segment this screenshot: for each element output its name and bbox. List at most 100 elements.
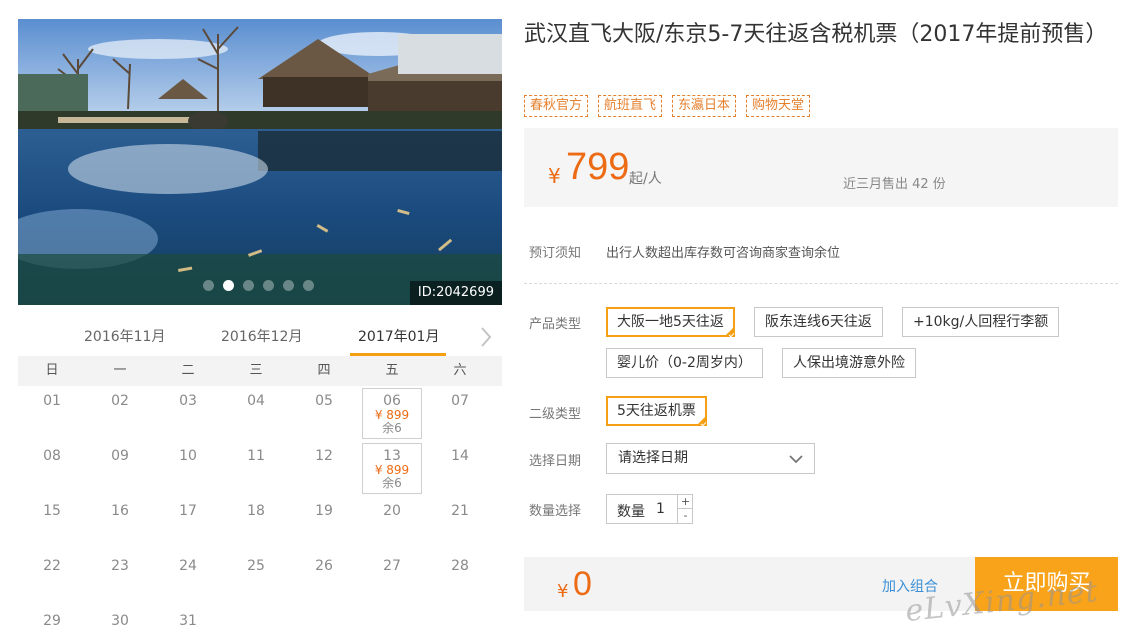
- quantity-value[interactable]: 1: [656, 501, 665, 517]
- checkmark-icon: [695, 415, 707, 426]
- active-month-indicator: [350, 353, 446, 356]
- calendar-day: 09: [86, 441, 154, 496]
- landscape-photo: [18, 19, 502, 305]
- day-number: 26: [315, 558, 333, 574]
- photo-id-badge: ID:2042699: [409, 281, 502, 305]
- carousel-dot[interactable]: [223, 280, 234, 291]
- day-number: 18: [247, 503, 265, 519]
- option-extra-baggage[interactable]: +10kg/人回程行李额: [902, 307, 1060, 337]
- price-amount: 799: [566, 146, 630, 188]
- calendar-day: 30: [86, 606, 154, 635]
- date-select[interactable]: 请选择日期: [606, 443, 815, 474]
- day-number: 20: [383, 503, 401, 519]
- calendar-day: 23: [86, 551, 154, 606]
- calendar-day: 21: [426, 496, 494, 551]
- weekday-sat: 六: [453, 363, 467, 378]
- date-select-value: 请选择日期: [618, 450, 688, 466]
- calendar-day: 12: [290, 441, 358, 496]
- subtype-label: 二级类型: [529, 407, 582, 422]
- product-photo[interactable]: ID:2042699: [18, 19, 502, 305]
- day-number: 09: [111, 448, 129, 464]
- calendar-day: 08: [18, 441, 86, 496]
- month-tab-2016-12[interactable]: 2016年12月: [221, 326, 302, 346]
- calendar-day: 15: [18, 496, 86, 551]
- calendar-day: 14: [426, 441, 494, 496]
- increment-button[interactable]: +: [677, 495, 693, 509]
- product-title: 武汉直飞大阪/东京5-7天往返含税机票（2017年提前预售）: [524, 22, 1108, 47]
- carousel-dot[interactable]: [263, 280, 274, 291]
- month-tab-2017-01[interactable]: 2017年01月: [358, 326, 439, 346]
- calendar-day: 04: [222, 386, 290, 441]
- currency-symbol: ¥: [548, 164, 561, 188]
- day-number: 28: [451, 558, 469, 574]
- weekday-sun: 日: [45, 363, 59, 378]
- calendar-day-available[interactable]: 06 ¥ 899 余6: [362, 388, 422, 439]
- day-number: 30: [111, 613, 129, 629]
- day-number: 31: [179, 613, 197, 629]
- calendar-day: 20: [358, 496, 426, 551]
- weekday-thu: 四: [317, 363, 331, 378]
- calendar-day: 07: [426, 386, 494, 441]
- price-unit: 起/人: [629, 171, 662, 187]
- price-calendar: 2016年11月 2016年12月 2017年01月 日 一 二 三 四 五 六…: [18, 313, 502, 635]
- option-infant-price[interactable]: 婴儿价（0-2周岁内）: [606, 348, 763, 378]
- add-combo-link[interactable]: 加入组合: [882, 576, 938, 596]
- weekday-tue: 二: [181, 363, 195, 378]
- quantity-stepper: 数量 1 + -: [606, 494, 693, 524]
- day-stock: 余6: [382, 476, 402, 490]
- day-number: 25: [247, 558, 265, 574]
- carousel-dot[interactable]: [203, 280, 214, 291]
- day-number: 12: [315, 448, 333, 464]
- calendar-days-grid: 01 02 03 04 05 06 ¥ 899 余6 07 08 09 10 11 12 13 ¥ 899 余6…: [18, 386, 502, 635]
- date-label: 选择日期: [529, 454, 582, 469]
- weekday-header: 日 一 二 三 四 五 六: [18, 356, 502, 386]
- day-number: 11: [247, 448, 265, 464]
- calendar-day: 27: [358, 551, 426, 606]
- notice-label: 预订须知: [529, 246, 582, 261]
- day-number: 03: [179, 393, 197, 409]
- carousel-dot[interactable]: [303, 280, 314, 291]
- tag-chunqiu-official: 春秋官方: [524, 95, 589, 117]
- day-number: 10: [179, 448, 197, 464]
- total-currency-symbol: ¥: [557, 581, 569, 602]
- quantity-inner-label: 数量: [617, 504, 645, 520]
- carousel-dot[interactable]: [283, 280, 294, 291]
- option-travel-insurance[interactable]: 人保出境游意外险: [782, 348, 916, 378]
- option-osaka-tokyo-6day[interactable]: 阪东连线6天往返: [754, 307, 883, 337]
- carousel-dot[interactable]: [243, 280, 254, 291]
- tag-shopping: 购物天堂: [746, 95, 811, 117]
- calendar-day: 11: [222, 441, 290, 496]
- day-number: 29: [43, 613, 61, 629]
- day-number: 04: [247, 393, 265, 409]
- month-tabs: 2016年11月 2016年12月 2017年01月: [18, 313, 502, 356]
- quantity-label: 数量选择: [529, 504, 582, 519]
- calendar-day: 26: [290, 551, 358, 606]
- option-5day-ticket[interactable]: 5天往返机票: [606, 396, 707, 426]
- day-number: 07: [451, 393, 469, 409]
- calendar-day: 18: [222, 496, 290, 551]
- notice-text: 出行人数超出库存数可咨询商家查询余位: [606, 246, 841, 261]
- sales-count: 近三月售出 42 份: [843, 177, 946, 192]
- product-tags: 春秋官方 航班直飞 东瀛日本 购物天堂: [524, 95, 811, 117]
- day-number: 14: [451, 448, 469, 464]
- checkmark-icon: [723, 326, 735, 337]
- tag-direct-flight: 航班直飞: [598, 95, 663, 117]
- option-osaka-5day[interactable]: 大阪一地5天往返: [606, 307, 735, 337]
- calendar-day: 03: [154, 386, 222, 441]
- day-number: 15: [43, 503, 61, 519]
- month-tab-2016-11[interactable]: 2016年11月: [84, 326, 165, 346]
- weekday-wed: 三: [249, 363, 263, 378]
- tag-japan: 东瀛日本: [672, 95, 737, 117]
- decrement-button[interactable]: -: [677, 509, 693, 523]
- calendar-day: 05: [290, 386, 358, 441]
- price-panel: ¥ 799 起/人 近三月售出 42 份: [524, 128, 1118, 207]
- calendar-day: 28: [426, 551, 494, 606]
- calendar-day-available[interactable]: 13 ¥ 899 余6: [362, 443, 422, 494]
- day-number: 08: [43, 448, 61, 464]
- calendar-day: 19: [290, 496, 358, 551]
- day-number: 21: [451, 503, 469, 519]
- calendar-day: 22: [18, 551, 86, 606]
- buy-now-button[interactable]: 立即购买: [975, 557, 1118, 611]
- day-number: 24: [179, 558, 197, 574]
- chevron-right-icon[interactable]: [478, 325, 494, 349]
